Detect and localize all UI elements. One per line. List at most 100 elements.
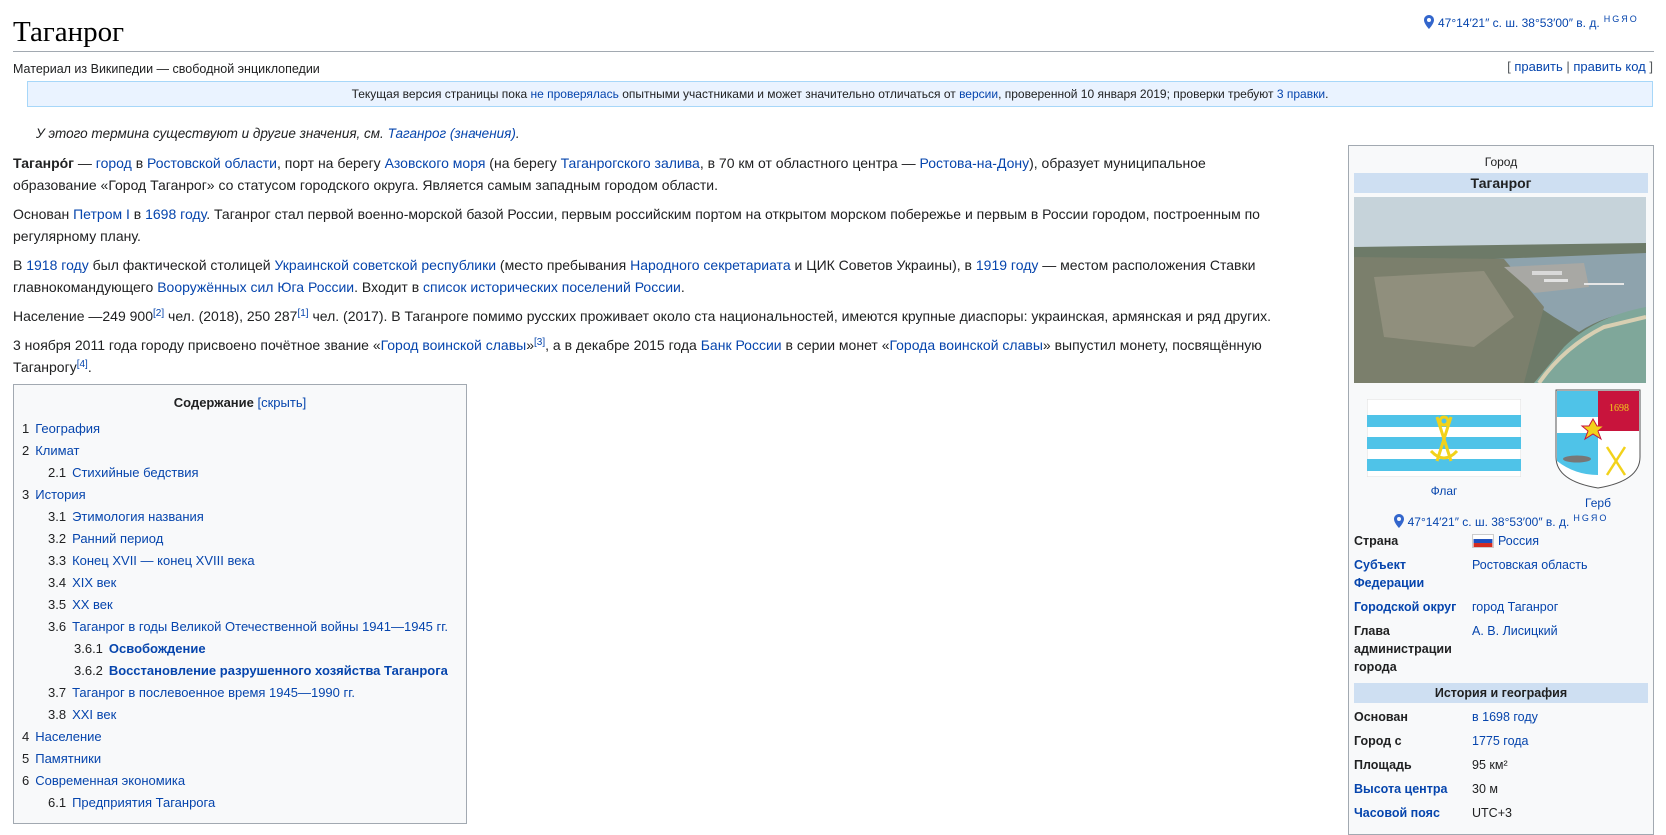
article-term: Таганро́г [13, 155, 74, 171]
russia-flag-icon [1472, 534, 1494, 548]
timezone-label-link[interactable]: Часовой пояс [1354, 804, 1472, 822]
toc-item-early-period[interactable]: 3.2 Ранний период [22, 528, 458, 550]
link-peter-i[interactable]: Петром I [73, 206, 130, 222]
site-subtitle: Материал из Википедии — свободной энцикл… [13, 62, 320, 76]
coord-link-g[interactable]: G [1612, 14, 1621, 24]
taganrog-flag-image[interactable] [1366, 398, 1522, 478]
link-city[interactable]: город [96, 155, 132, 171]
toc-item-21-century[interactable]: 3.8 XXI век [22, 704, 458, 726]
page-title: Таганрог [13, 16, 125, 48]
infobox-section-history: История и география [1354, 683, 1648, 703]
link-coins-series[interactable]: Города воинской славы [889, 337, 1042, 353]
toc-item-17-18-century[interactable]: 3.3 Конец XVII — конец XVIII века [22, 550, 458, 572]
toc-item-19-century[interactable]: 3.4 XIX век [22, 572, 458, 594]
ref-4[interactable]: [4] [77, 359, 88, 370]
coord-link-h[interactable]: H [1604, 14, 1613, 24]
toc-item-climate[interactable]: 2 Климат [22, 440, 458, 462]
infobox-row-height: Высота центра 30 м [1354, 780, 1498, 798]
toc-item-population[interactable]: 4 Население [22, 726, 458, 748]
toc-item-liberation[interactable]: 3.6.1 Освобождение [22, 638, 458, 660]
link-bank-of-russia[interactable]: Банк России [701, 337, 782, 353]
coa-caption[interactable]: Герб [1548, 496, 1648, 510]
toc-item-disasters[interactable]: 2.1 Стихийные бедствия [22, 462, 458, 484]
infobox-type: Город [1484, 155, 1518, 169]
ref-3[interactable]: [3] [534, 337, 545, 348]
paragraph-glory: 3 ноября 2011 года городу присвоено почё… [13, 337, 1262, 375]
flag-caption[interactable]: Флаг [1354, 484, 1534, 498]
city-aerial-photo[interactable] [1354, 197, 1646, 383]
infobox-coordinates-link[interactable]: 47°14′21″ с. ш. 38°53′00″ в. д. [1408, 515, 1570, 529]
infobox-row-head: Глава администрации города А. В. Лисицки… [1354, 624, 1558, 674]
coord-link-ya[interactable]: Я [1621, 14, 1630, 24]
height-label-link[interactable]: Высота центра [1354, 780, 1472, 798]
disambiguation-hatnote: У этого термина существуют и другие знач… [36, 126, 520, 141]
link-rostov-on-don[interactable]: Ростова-на-Дону [919, 155, 1029, 171]
ib-coord-link-o[interactable]: O [1599, 513, 1608, 523]
toc-hide-toggle[interactable]: [скрыть] [258, 395, 307, 410]
infobox-row-district: Городской округ город Таганрог [1354, 595, 1648, 619]
head-link[interactable]: А. В. Лисицкий [1472, 624, 1558, 638]
infobox-row-founded: Основан в 1698 году [1354, 710, 1538, 724]
founded-link[interactable]: в 1698 году [1472, 710, 1538, 724]
not-reviewed-link[interactable]: не проверялась [531, 87, 619, 101]
paragraph-population: Население —249 900[2] чел. (2018), 250 2… [13, 308, 1271, 324]
edit-links: [ править | править код ] [1507, 59, 1653, 74]
review-status-bar: Текущая версия страницы пока не проверял… [27, 81, 1653, 107]
paragraph-founding: Основан Петром I в 1698 году. Таганрог с… [13, 206, 1260, 244]
city-symbols: Флаг 1698 Герб [1354, 389, 1648, 510]
toc-item-restoration[interactable]: 3.6.2 Восстановление разрушенного хозяйст… [22, 660, 458, 682]
subject-label-link[interactable]: Субъект Федерации [1354, 556, 1472, 592]
map-pin-icon[interactable] [1393, 514, 1404, 528]
toc-item-postwar[interactable]: 3.7 Таганрог в послевоенное время 1945—19… [22, 682, 458, 704]
country-link[interactable]: Россия [1498, 534, 1539, 548]
infobox-title: Таганрог [1354, 173, 1648, 193]
infobox-row-timezone: Часовой пояс UTC+3 [1354, 804, 1512, 822]
toc-item-enterprises[interactable]: 6.1 Предприятия Таганрога [22, 792, 458, 814]
edit-source-link[interactable]: править код [1573, 59, 1645, 74]
toc-item-monuments[interactable]: 5 Памятники [22, 748, 458, 770]
ib-coord-link-h[interactable]: H [1573, 513, 1582, 523]
toc-item-etymology[interactable]: 3.1 Этимология названия [22, 506, 458, 528]
infobox-coordinates: 47°14′21″ с. ш. 38°53′00″ в. д. HGЯO [1354, 513, 1648, 529]
edit-link[interactable]: править [1514, 59, 1562, 74]
aerial-photo-image [1354, 197, 1646, 383]
toc-item-geography[interactable]: 1 География [22, 418, 458, 440]
article-body: Таганро́г — город в Ростовской области, … [13, 152, 1291, 385]
top-coordinates: 47°14′21″ с. ш. 38°53′00″ в. д. HGЯO [1424, 14, 1639, 30]
link-historic-settlements[interactable]: список исторических поселений России [423, 279, 681, 295]
link-city-military-glory[interactable]: Город воинской славы [381, 337, 527, 353]
district-link[interactable]: город Таганрог [1472, 600, 1558, 614]
table-of-contents: Содержание [скрыть] 1 География 2 Климат 2… [13, 384, 467, 824]
coordinates-link[interactable]: 47°14′21″ с. ш. 38°53′00″ в. д. [1438, 16, 1600, 30]
ref-1[interactable]: [1] [297, 308, 308, 319]
link-1919[interactable]: 1919 году [976, 257, 1038, 273]
toc-item-history[interactable]: 3 История [22, 484, 458, 506]
link-ukrainian-ssr[interactable]: Украинской советской республики [275, 257, 497, 273]
link-azov-sea[interactable]: Азовского моря [385, 155, 486, 171]
svg-text:1698: 1698 [1609, 403, 1629, 414]
toc-item-20-century[interactable]: 3.5 XX век [22, 594, 458, 616]
ib-coord-link-g[interactable]: G [1582, 513, 1591, 523]
toc-item-ww2[interactable]: 3.6 Таганрог в годы Великой Отечественной… [22, 616, 458, 638]
link-people-secretariat[interactable]: Народного секретариата [630, 257, 791, 273]
city-since-link[interactable]: 1775 года [1472, 734, 1529, 748]
link-1698[interactable]: 1698 году [145, 206, 206, 222]
link-1918[interactable]: 1918 году [26, 257, 88, 273]
district-label-link[interactable]: Городской округ [1354, 598, 1472, 616]
city-infobox: Город Таганрог Флаг 1698 Герб 47°14′21″ … [1348, 145, 1654, 835]
infobox-row-subject: Субъект Федерации Ростовская область [1354, 553, 1648, 595]
toc-heading: Содержание [173, 395, 254, 410]
pending-edits-link[interactable]: 3 правки [1277, 87, 1325, 101]
disambiguation-link[interactable]: Таганрог (значения) [388, 126, 516, 141]
link-rostov-oblast[interactable]: Ростовской области [147, 155, 277, 171]
version-link[interactable]: версии [959, 87, 998, 101]
subject-link[interactable]: Ростовская область [1472, 558, 1588, 572]
ref-2[interactable]: [2] [153, 308, 164, 319]
map-pin-icon[interactable] [1424, 15, 1434, 29]
taganrog-coat-of-arms-image[interactable]: 1698 [1555, 389, 1641, 489]
link-armed-forces-south[interactable]: Вооружённых сил Юга России [157, 279, 354, 295]
coord-link-o[interactable]: O [1630, 14, 1639, 24]
link-taganrog-bay[interactable]: Таганрогского залива [561, 155, 700, 171]
toc-item-economy[interactable]: 6 Современная экономика [22, 770, 458, 792]
infobox-row-city-since: Город с 1775 года [1354, 734, 1529, 748]
